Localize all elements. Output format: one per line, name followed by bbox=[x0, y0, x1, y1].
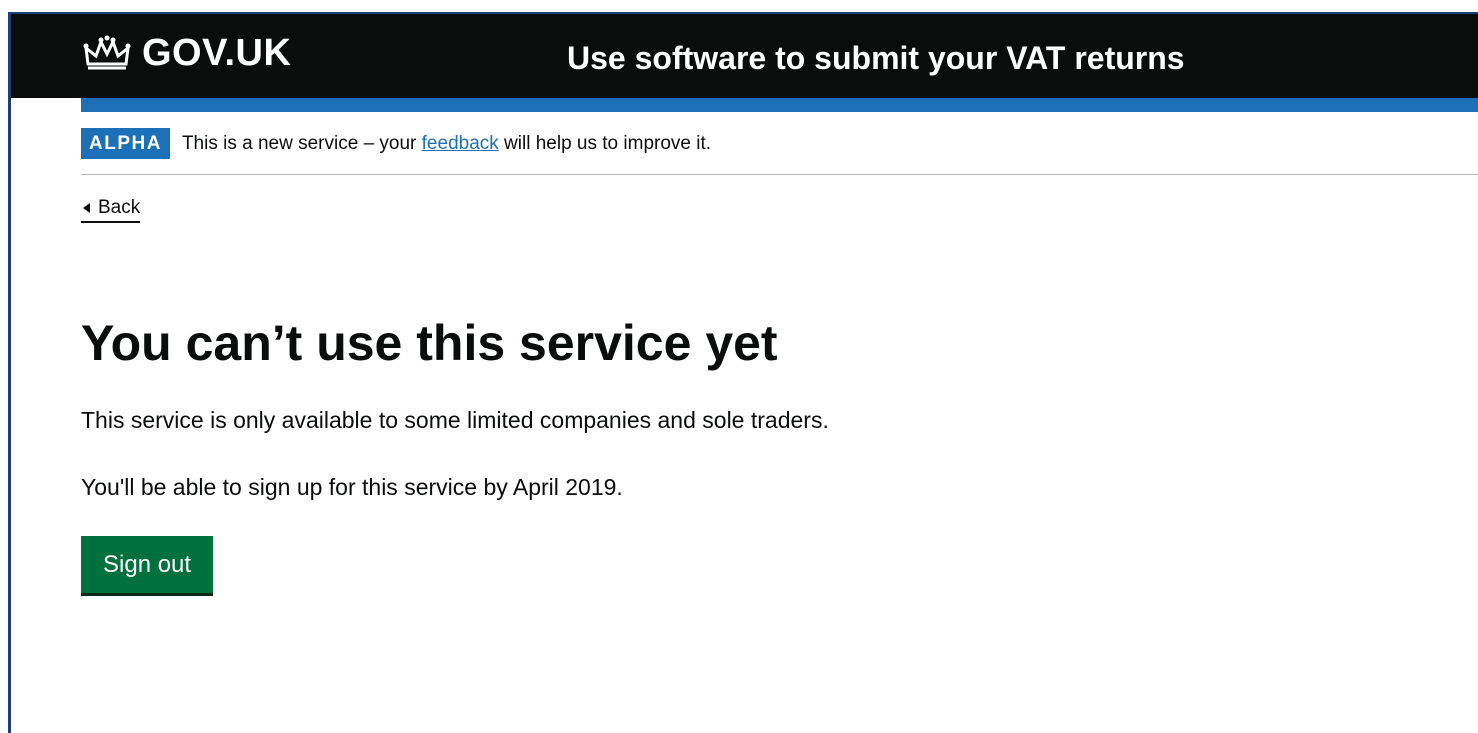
phase-banner: ALPHA This is a new service – your feedb… bbox=[81, 128, 1478, 175]
header-blue-bar bbox=[81, 98, 1478, 112]
page: GOV.UK Use software to submit your VAT r… bbox=[0, 0, 1478, 733]
back-link[interactable]: Back bbox=[81, 197, 141, 223]
crown-icon bbox=[83, 35, 131, 69]
govuk-logo-text: GOV.UK bbox=[142, 32, 292, 74]
govuk-logo-link[interactable]: GOV.UK bbox=[82, 32, 291, 75]
sign-out-button[interactable]: Sign out bbox=[81, 536, 214, 593]
left-border bbox=[8, 12, 11, 733]
top-edge bbox=[0, 0, 1478, 12]
body-paragraph-signup-date: You'll be able to sign up for this servi… bbox=[81, 474, 623, 500]
page-title: You can’t use this service yet bbox=[81, 315, 778, 371]
phase-tag: ALPHA bbox=[81, 128, 170, 159]
phase-text-after: will help us to improve it. bbox=[498, 133, 712, 154]
phase-banner-text: This is a new service – your feedback wi… bbox=[182, 128, 711, 159]
service-name-link[interactable]: Use software to submit your VAT returns bbox=[567, 40, 1185, 77]
back-link-label: Back bbox=[98, 197, 141, 218]
back-arrow-icon bbox=[83, 203, 90, 213]
feedback-link[interactable]: feedback bbox=[422, 133, 499, 154]
body-paragraph-eligibility: This service is only available to some l… bbox=[81, 407, 829, 433]
govuk-header: GOV.UK Use software to submit your VAT r… bbox=[11, 12, 1478, 98]
phase-text-before: This is a new service – your bbox=[181, 133, 422, 154]
